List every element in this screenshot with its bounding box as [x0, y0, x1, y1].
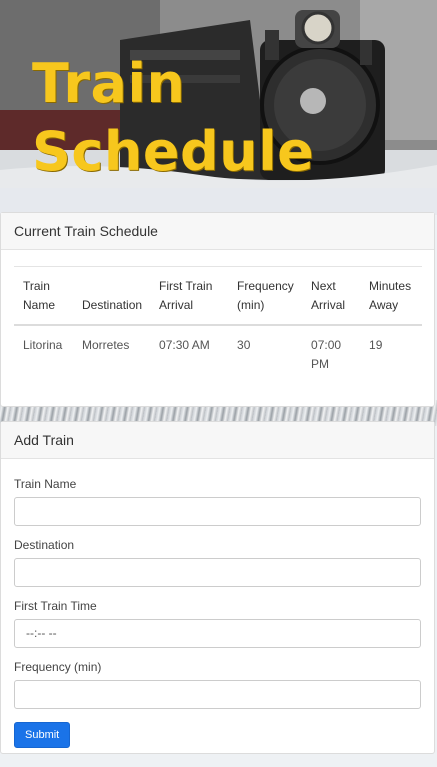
- cell-next-arrival: 07:00 PM: [311, 338, 342, 371]
- first-train-time-label: First Train Time: [14, 599, 97, 613]
- column-header-train-name: Train Name: [14, 266, 73, 326]
- destination-label: Destination: [14, 538, 75, 552]
- frequency-label: Frequency (min): [14, 660, 102, 674]
- column-header-frequency: Frequency (min): [228, 266, 303, 326]
- schedule-card-header: Current Train Schedule: [1, 213, 434, 250]
- table-row: Litorina Morretes 07:30 AM 30 07:00 PM 1…: [14, 325, 422, 382]
- cell-destination: Morretes: [82, 338, 130, 352]
- train-name-input[interactable]: [14, 497, 421, 526]
- hero-banner: Train Schedule: [0, 0, 437, 215]
- cell-frequency: 30: [237, 338, 251, 352]
- schedule-card: Current Train Schedule Train Name Destin…: [0, 212, 435, 407]
- train-name-label: Train Name: [14, 477, 77, 491]
- add-train-form: Train Name Destination First Train Time …: [1, 459, 434, 748]
- add-train-card-header: Add Train: [1, 422, 434, 459]
- column-header-destination: Destination: [73, 266, 151, 326]
- page-title-line-1: Train: [32, 52, 186, 115]
- table-header-row: Train Name Destination First Train Arriv…: [14, 266, 422, 326]
- cell-minutes-away: 19: [369, 338, 383, 352]
- page-title-line-2: Schedule: [32, 120, 315, 183]
- column-header-next-arrival: Next Arrival: [302, 266, 361, 326]
- frequency-input[interactable]: [14, 680, 421, 709]
- first-train-time-input[interactable]: --:-- --: [14, 619, 421, 648]
- column-header-minutes-away: Minutes Away: [360, 266, 422, 326]
- cell-first-train-arrival: 07:30 AM: [159, 338, 210, 352]
- column-header-first-train-arrival: First Train Arrival: [150, 266, 229, 326]
- destination-input[interactable]: [14, 558, 421, 587]
- page-title: Train Schedule: [32, 50, 314, 186]
- add-train-card: Add Train Train Name Destination First T…: [0, 421, 435, 754]
- schedule-table: Train Name Destination First Train Arriv…: [14, 266, 422, 382]
- submit-button[interactable]: Submit: [14, 722, 71, 748]
- cell-train-name: Litorina: [23, 338, 63, 352]
